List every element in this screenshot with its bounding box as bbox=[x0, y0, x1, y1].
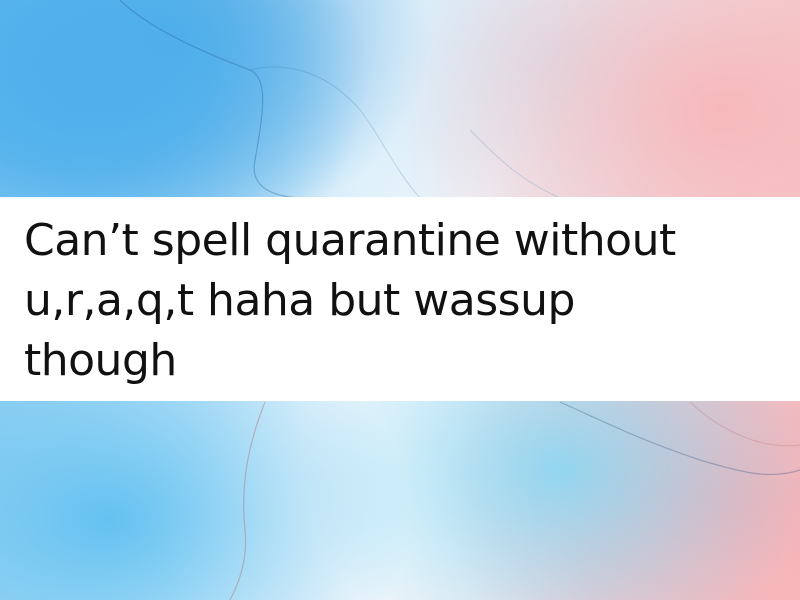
caption-line-2: u,r,a,q,t haha but wassup bbox=[24, 275, 575, 326]
caption-line-3: though bbox=[24, 335, 177, 386]
caption-line-1: Can’t spell quarantine without bbox=[24, 215, 676, 266]
caption-panel: Can’t spell quarantine without u,r,a,q,t… bbox=[0, 197, 800, 401]
